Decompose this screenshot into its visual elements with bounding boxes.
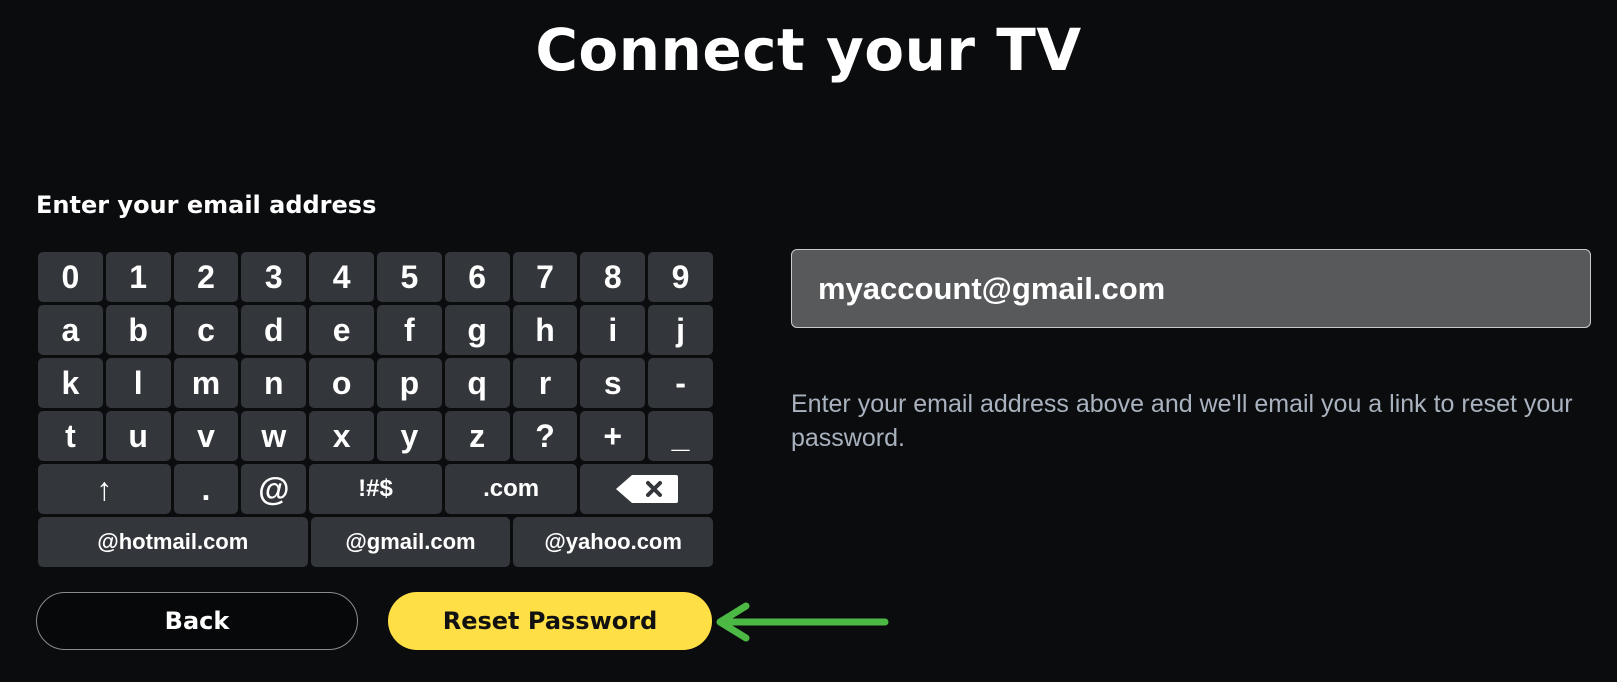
key-u[interactable]: u: [105, 411, 171, 461]
key-q[interactable]: q: [444, 358, 510, 408]
key-e[interactable]: e: [309, 305, 374, 355]
key-4[interactable]: 4: [309, 252, 374, 302]
key-a[interactable]: a: [38, 305, 103, 355]
key-question[interactable]: ?: [512, 411, 578, 461]
key-p[interactable]: p: [376, 358, 442, 408]
on-screen-keyboard: 0 1 2 3 4 5 6 7 8 9 a b c d e f g h i j …: [38, 252, 713, 570]
page-title: Connect your TV: [535, 16, 1082, 84]
key-k[interactable]: k: [38, 358, 103, 408]
key-9[interactable]: 9: [648, 252, 713, 302]
key-l[interactable]: l: [105, 358, 171, 408]
key-1[interactable]: 1: [105, 252, 171, 302]
key-d[interactable]: d: [241, 305, 307, 355]
keyboard-row-k-dash: k l m n o p q r s -: [38, 358, 713, 408]
key-gmail[interactable]: @gmail.com: [310, 517, 511, 567]
reset-help-text: Enter your email address above and we'll…: [791, 390, 1573, 452]
key-f[interactable]: f: [376, 305, 442, 355]
key-v[interactable]: v: [173, 411, 239, 461]
reset-password-button[interactable]: Reset Password: [388, 592, 712, 650]
key-hotmail[interactable]: @hotmail.com: [38, 517, 308, 567]
keyboard-row-a-j: a b c d e f g h i j: [38, 305, 713, 355]
key-5[interactable]: 5: [376, 252, 442, 302]
key-c[interactable]: c: [173, 305, 239, 355]
key-dotcom[interactable]: .com: [444, 464, 578, 514]
key-i[interactable]: i: [580, 305, 646, 355]
key-r[interactable]: r: [512, 358, 578, 408]
key-underscore[interactable]: _: [648, 411, 713, 461]
key-o[interactable]: o: [309, 358, 374, 408]
backspace-icon: [615, 475, 678, 503]
key-2[interactable]: 2: [173, 252, 239, 302]
key-b[interactable]: b: [105, 305, 171, 355]
key-at[interactable]: @: [241, 464, 307, 514]
key-y[interactable]: y: [376, 411, 442, 461]
backspace-key[interactable]: [580, 464, 713, 514]
key-3[interactable]: 3: [241, 252, 307, 302]
key-t[interactable]: t: [38, 411, 103, 461]
email-input[interactable]: myaccount@gmail.com: [791, 249, 1591, 328]
shift-key[interactable]: ↑: [38, 464, 171, 514]
key-6[interactable]: 6: [444, 252, 510, 302]
key-dot[interactable]: .: [173, 464, 239, 514]
key-yahoo[interactable]: @yahoo.com: [513, 517, 713, 567]
key-m[interactable]: m: [173, 358, 239, 408]
key-plus[interactable]: +: [580, 411, 646, 461]
key-dash[interactable]: -: [648, 358, 713, 408]
key-s[interactable]: s: [580, 358, 646, 408]
key-j[interactable]: j: [648, 305, 713, 355]
keyboard-row-digits: 0 1 2 3 4 5 6 7 8 9: [38, 252, 713, 302]
arrow-up-icon: ↑: [96, 470, 113, 507]
keyboard-row-domains: @hotmail.com @gmail.com @yahoo.com: [38, 517, 713, 567]
key-g[interactable]: g: [444, 305, 510, 355]
key-w[interactable]: w: [241, 411, 307, 461]
keyboard-row-t-underscore: t u v w x y z ? + _: [38, 411, 713, 461]
key-8[interactable]: 8: [580, 252, 646, 302]
keyboard-row-special: ↑ . @ !#$ .com: [38, 464, 713, 514]
key-h[interactable]: h: [512, 305, 578, 355]
key-symbols[interactable]: !#$: [309, 464, 442, 514]
key-x[interactable]: x: [309, 411, 374, 461]
key-n[interactable]: n: [241, 358, 307, 408]
arrow-left-icon: [716, 602, 889, 642]
email-section-label: Enter your email address: [36, 191, 377, 219]
key-0[interactable]: 0: [38, 252, 103, 302]
key-7[interactable]: 7: [512, 252, 578, 302]
key-z[interactable]: z: [444, 411, 510, 461]
back-button[interactable]: Back: [36, 592, 358, 650]
